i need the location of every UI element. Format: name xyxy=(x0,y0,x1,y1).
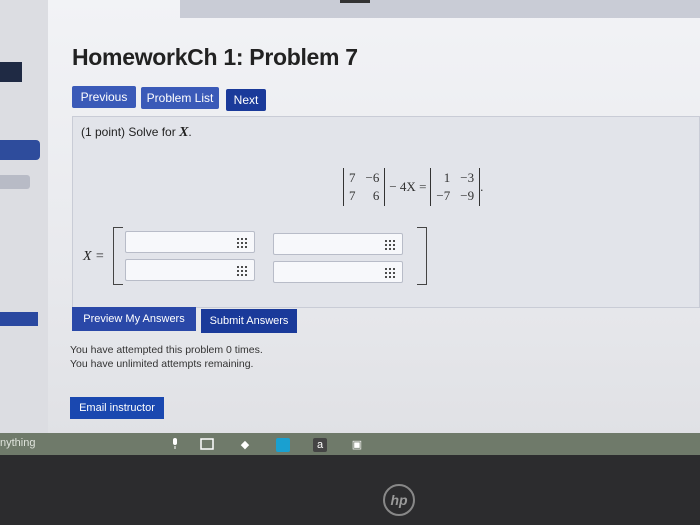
grid-icon[interactable] xyxy=(236,265,248,276)
taskbar-search-text[interactable]: nything xyxy=(0,437,35,449)
problem-list-button[interactable]: Problem List xyxy=(141,87,219,109)
taskbar: nything ◆ a ▣ xyxy=(0,433,700,455)
task-view-icon[interactable] xyxy=(200,438,214,452)
equation-operator: − 4X = xyxy=(389,179,427,194)
problem-panel: (1 point) Solve for X. 7 −6 7 6 − 4X = 1… xyxy=(72,116,700,308)
microphone-icon[interactable] xyxy=(168,438,182,452)
left-bracket xyxy=(113,227,123,285)
email-instructor-button[interactable]: Email instructor xyxy=(70,397,164,419)
answer-input-r2c2[interactable] xyxy=(273,261,403,283)
problem-prompt: (1 point) Solve for X. xyxy=(81,125,192,140)
page-title: HomeworkCh 1: Problem 7 xyxy=(72,44,358,70)
preview-answers-button[interactable]: Preview My Answers xyxy=(72,307,196,331)
matrix-b: 1 −3 −7 −9 xyxy=(430,168,481,206)
matrix-a-cell: 6 xyxy=(372,188,380,203)
matrix-a-cell: 7 xyxy=(349,170,356,185)
previous-button[interactable]: Previous xyxy=(72,86,136,108)
matrix-b-cell: −7 xyxy=(436,188,451,203)
grid-icon[interactable] xyxy=(384,267,396,278)
laptop-bezel xyxy=(0,455,700,525)
amazon-icon[interactable]: a xyxy=(313,438,327,452)
store-icon[interactable] xyxy=(276,438,290,452)
answer-input-r1c1[interactable] xyxy=(125,231,255,253)
sidebar-item-active[interactable] xyxy=(0,140,40,160)
remaining-text: You have unlimited attempts remaining. xyxy=(70,358,254,370)
hp-logo: hp xyxy=(383,484,415,516)
matrix-b-cell: 1 xyxy=(443,170,451,185)
dropbox-icon[interactable]: ◆ xyxy=(238,438,252,452)
sidebar-item[interactable] xyxy=(0,175,30,189)
matrix-a-cell: 7 xyxy=(349,188,356,203)
matrix-a-cell: −6 xyxy=(365,170,380,185)
variable-x: X xyxy=(179,125,189,140)
next-button[interactable]: Next xyxy=(226,89,266,111)
answer-input-r1c2[interactable] xyxy=(273,233,403,255)
matrix-b-cell: −3 xyxy=(460,170,475,185)
sidebar-item[interactable] xyxy=(0,62,22,82)
answer-input-r2c1[interactable] xyxy=(125,259,255,281)
right-bracket xyxy=(417,227,427,285)
answer-label: X = xyxy=(83,249,105,264)
sidebar-item[interactable] xyxy=(0,312,38,326)
grid-icon[interactable] xyxy=(384,239,396,250)
equation-period: . xyxy=(480,179,484,194)
points-text: (1 point) Solve for xyxy=(81,125,176,139)
matrix-a: 7 −6 7 6 xyxy=(343,168,386,206)
matrix-b-cell: −9 xyxy=(460,188,475,203)
grid-icon[interactable] xyxy=(236,237,248,248)
amazon-label: a xyxy=(316,439,324,451)
screen: HomeworkCh 1: Problem 7 Previous Problem… xyxy=(0,0,700,455)
browser-top-strip xyxy=(180,0,700,18)
windows-store-icon[interactable]: ▣ xyxy=(350,438,364,452)
attempts-text: You have attempted this problem 0 times. xyxy=(70,344,263,356)
submit-answers-button[interactable]: Submit Answers xyxy=(201,309,297,333)
equation: 7 −6 7 6 − 4X = 1 −3 −7 −9 . xyxy=(343,165,483,209)
left-sidebar xyxy=(0,0,48,455)
